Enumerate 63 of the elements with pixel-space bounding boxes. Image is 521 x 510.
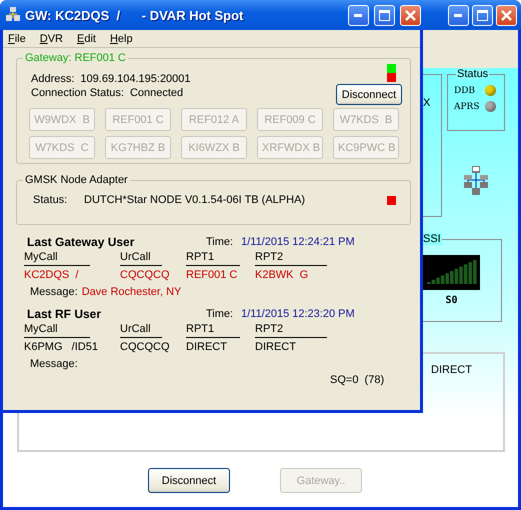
column-header: UrCall [120,250,162,266]
column-header: RPT1 [186,250,240,266]
message-value: Dave Rochester, NY [82,286,182,298]
label-fragment: X [423,97,430,109]
maximize-icon [477,10,488,20]
rpt-value: DIRECT [431,364,472,376]
window-title: GW: KC2DQS / - DVAR Hot Spot [25,8,244,22]
menu-item[interactable]: Help [110,32,133,44]
time-label: Time: [206,236,234,248]
group-title: SSI [422,233,442,245]
maximize-button[interactable] [472,4,493,26]
close-button[interactable] [496,4,517,26]
close-button[interactable] [400,4,421,26]
call-value: KC2DQS / [24,268,80,283]
time-value: 1/11/2015 12:24:21 PM [241,236,355,248]
close-icon [501,10,512,20]
group-title: Status [456,68,490,80]
group-title: GMSK Node Adapter [23,174,130,186]
message-label: Message: [30,286,78,298]
minimize-button[interactable] [348,4,369,26]
minimize-button[interactable] [448,4,469,26]
call-value: CQCQCQ [120,268,170,283]
close-icon [405,10,416,20]
squelch-value: SQ=0 (78) [330,374,384,386]
minimize-icon [454,14,463,16]
signal-meter [423,255,480,290]
call-value: CQCQCQ [120,340,170,355]
time-label: Time: [206,308,234,320]
network-icon [6,7,20,23]
disconnect-button[interactable]: Disconnect [336,84,402,105]
maximize-button[interactable] [374,4,395,26]
column-header: UrCall [120,322,162,338]
status-label: APRS [454,102,480,112]
column-header: RPT2 [255,322,327,338]
network-icon [464,166,488,196]
address-value: 109.69.104.195:20001 [80,73,191,85]
status-label: Status: [32,194,68,206]
signal-reading: S0 [444,295,459,306]
section-title: Last Gateway User [26,235,136,249]
column-header: RPT2 [255,250,327,266]
address-label: Address: [31,73,74,85]
maximize-icon [379,10,390,20]
menu-item[interactable]: DVR [40,32,63,44]
call-value: K6PMG /ID51 [24,340,99,355]
status-label: DDB [454,86,476,96]
menu-item[interactable]: Edit [76,32,96,44]
menu-item[interactable]: File [8,32,26,44]
call-value: REF001 C [186,268,238,283]
status-value: Connected [130,87,184,99]
call-value: K2BWK G [255,268,310,283]
column-header: MyCall [24,322,90,338]
call-value: DIRECT [255,340,297,355]
call-value: DIRECT [186,340,228,355]
status-value: DUTCH*Star NODE V0.1.54-06I TB (ALPHA) [84,194,306,206]
status-label: Connection Status: [31,87,124,99]
column-header: RPT1 [186,322,240,338]
column-header: MyCall [24,250,90,266]
group-title: Gateway: REF001 C [23,52,128,64]
time-value: 1/11/2015 12:23:20 PM [241,308,355,320]
disconnect-button[interactable]: Disconnect [148,468,230,493]
section-title: Last RF User [26,307,102,321]
message-label: Message: [30,358,78,370]
minimize-icon [354,14,363,16]
